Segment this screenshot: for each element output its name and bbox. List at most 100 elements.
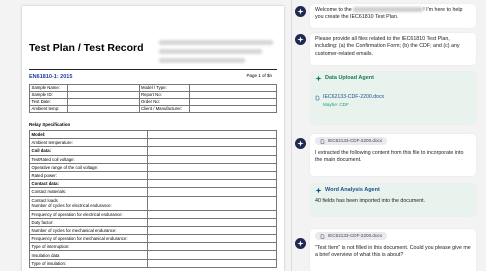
relay-label-text: Type of interruption:: [31, 244, 70, 250]
relay-value: [147, 234, 277, 244]
relay-label: TestRated coil voltage:: [29, 154, 148, 164]
question-text: "Test Item" is not filled in this docume…: [315, 244, 471, 259]
assistant-avatar: [295, 6, 306, 17]
relay-row: Insulation data: [29, 250, 277, 260]
info-value: [188, 105, 277, 113]
relay-label-text: Ambient temperature:: [31, 140, 73, 146]
sparkle-icon: [297, 140, 304, 147]
sparkle-icon: [315, 187, 322, 194]
relay-label-text: TestRated coil voltage:: [31, 156, 75, 162]
relay-label: Contact loads Number of cycles for electr…: [29, 195, 148, 211]
relay-value: [147, 225, 277, 236]
relay-label: Duty factor:: [29, 217, 148, 227]
relay-value: [147, 209, 277, 219]
agent-title: Word Analysis Agent: [315, 187, 471, 194]
standard-label: EN61810-1: 2015: [29, 74, 73, 80]
relay-label: Frequency of operation for mechanical en…: [29, 234, 148, 244]
file-classification: Maybe: CDF: [323, 101, 349, 107]
file-chip-name: IEC62133-CDF-2200.docx: [328, 233, 383, 238]
sparkle-icon: [315, 75, 322, 82]
info-label: Client / Manufacturer:: [138, 105, 190, 113]
relay-value: [147, 162, 277, 172]
chat-pane[interactable]: Welcome to the ! I'm here to help you cr…: [292, 0, 486, 271]
relay-row: Frequency of operation for mechanical en…: [29, 234, 277, 244]
info-row: Sample Name: Model / Type:: [29, 84, 277, 92]
relay-value: [147, 129, 277, 140]
relay-row: Contact materials:: [29, 187, 277, 197]
relay-row: Contact data:: [29, 179, 277, 189]
relay-row: Type of insulation:: [29, 258, 277, 268]
info-row: Ambient temp: Client / Manufacturer:: [29, 105, 277, 113]
document-pane[interactable]: Test Plan / Test Record EN61810-1: 2015 …: [0, 0, 291, 271]
document-page: Test Plan / Test Record EN61810-1: 2015 …: [22, 6, 284, 271]
word-analysis-agent-card: Word Analysis Agent 40 fields has been i…: [310, 184, 476, 216]
relay-spec-table: Model: Ambient temperature: Coil data: Test…: [29, 129, 277, 268]
data-upload-agent-card: Data Upload Agent IEC62133-CDF-2200.docx…: [310, 72, 476, 124]
relay-label-text: Rated power:: [31, 173, 58, 179]
document-icon: [320, 233, 325, 239]
relay-label-text: Frequency of operation for electrical en…: [31, 211, 123, 217]
info-label: Sample ID:: [29, 91, 68, 99]
relay-label: Contact materials:: [29, 187, 148, 197]
relay-row: Rated power:: [29, 170, 277, 181]
info-label: Report No:: [138, 91, 190, 99]
info-label: Test Date:: [29, 98, 68, 106]
relay-label: Insulation data: [29, 250, 148, 260]
relay-label: Ambient temperature:: [29, 138, 148, 148]
document-icon: [320, 138, 325, 144]
relay-row: Frequency of operation for electrical en…: [29, 209, 277, 219]
document-icon: [315, 95, 320, 101]
relay-section-title: Relay Specification: [29, 122, 71, 127]
info-value: [188, 84, 277, 92]
page-number: Page 1 of $n: [246, 73, 272, 78]
sample-info-table: Sample Name: Model / Type: Sample ID: Repor…: [29, 84, 277, 113]
sparkle-icon: [297, 8, 304, 15]
sparkle-icon: [297, 36, 304, 43]
relay-row: TestRated coil voltage:: [29, 154, 277, 164]
relay-value: [147, 250, 277, 260]
relay-value: [147, 217, 277, 227]
info-row: Test Date: Order No:: [29, 98, 277, 106]
relay-label-text: Type of insulation:: [31, 260, 67, 266]
doc-title-block: Test Plan / Test Record: [29, 36, 151, 66]
relay-label-text: Number of cycles for mechanical enduranc…: [31, 227, 117, 233]
assistant-avatar: [295, 238, 306, 249]
relay-row: Type of interruption:: [29, 242, 277, 252]
relay-row: Operative range of the coil voltage:: [29, 162, 277, 172]
agent-title: Data Upload Agent: [315, 75, 471, 82]
file-chip[interactable]: IEC62133-CDF-2200.docx: [315, 232, 388, 240]
info-value: [66, 98, 140, 106]
relay-label: Rated power:: [29, 170, 148, 181]
relay-label: Number of cycles for mechanical enduranc…: [29, 225, 148, 236]
relay-row: Duty factor:: [29, 217, 277, 227]
relay-value: [147, 187, 277, 197]
relay-value: [147, 195, 277, 211]
relay-label: Model:: [29, 129, 148, 140]
relay-label-text: Duty factor:: [31, 219, 54, 225]
assistant-avatar: [295, 34, 306, 45]
relay-label: Type of insulation:: [29, 258, 148, 268]
relay-label: Operative range of the coil voltage:: [29, 162, 148, 172]
file-chip[interactable]: IEC62133-CDF-2200.docx: [315, 137, 388, 145]
relay-value: [147, 242, 277, 252]
relay-label-text: Contact data:: [31, 181, 59, 187]
uploaded-file[interactable]: IEC62133-CDF-2200.docx: [315, 94, 471, 101]
relay-value: [147, 258, 277, 268]
redacted-name: [353, 7, 424, 13]
relay-label: Frequency of operation for electrical en…: [29, 209, 148, 219]
doc-title: Test Plan / Test Record: [29, 42, 144, 54]
info-row: Sample ID: Report No:: [29, 91, 277, 99]
sparkle-icon: [297, 240, 304, 247]
relay-row: Ambient temperature:: [29, 138, 277, 148]
relay-label: Contact data:: [29, 179, 148, 189]
relay-value: [147, 146, 277, 156]
relay-label-text: Model:: [31, 132, 46, 138]
info-label: Order No:: [138, 98, 190, 106]
relay-value: [147, 170, 277, 181]
assistant-message-welcome: Welcome to the ! I'm here to help you cr…: [310, 4, 476, 28]
agent-name: Data Upload Agent: [325, 75, 374, 81]
relay-row: Coil data:: [29, 146, 277, 156]
agent-name: Word Analysis Agent: [325, 187, 380, 193]
relay-row: Number of cycles for mechanical enduranc…: [29, 225, 277, 236]
file-chip-name: IEC62133-CDF-2200.docx: [328, 138, 383, 143]
